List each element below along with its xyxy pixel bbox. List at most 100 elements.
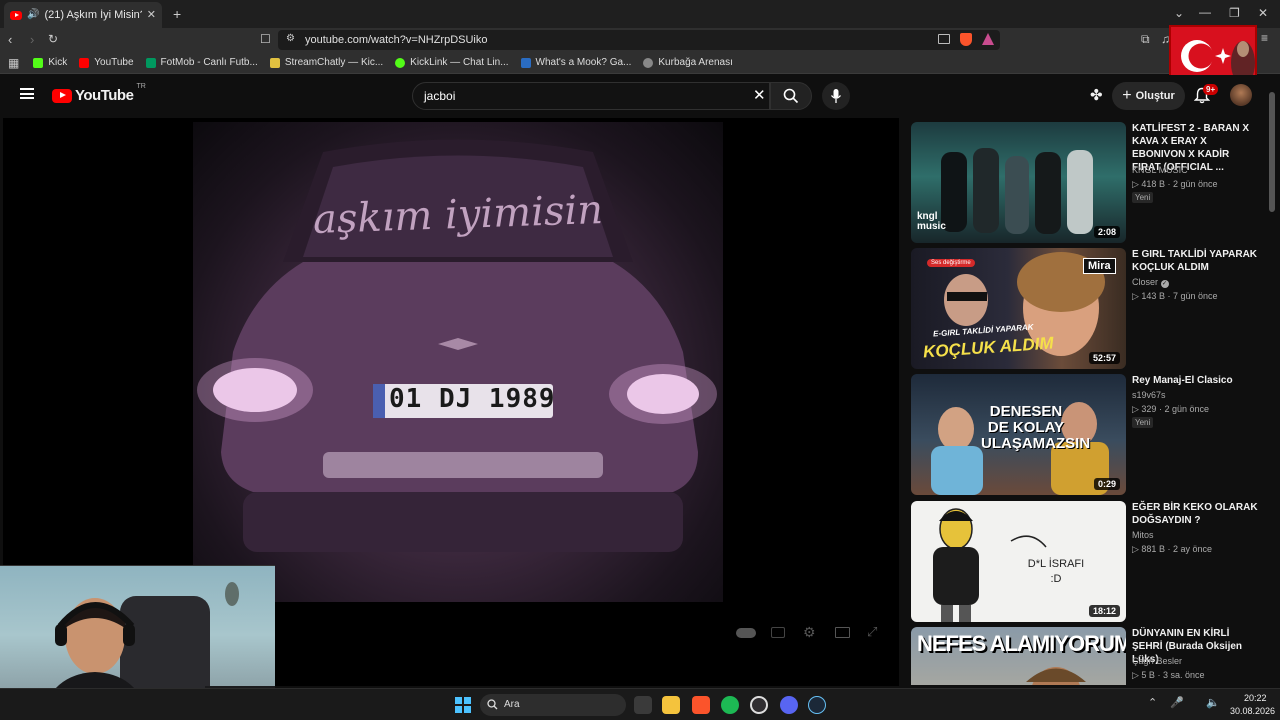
page-scrollbar[interactable] [1269,92,1275,212]
channel-name[interactable]: KNGL MUSIC [1132,165,1188,175]
reload-icon[interactable]: ↻ [48,33,58,45]
new-badge: Yeni [1132,192,1154,203]
search-button[interactable] [770,82,812,110]
recommendation-title[interactable]: E GIRL TAKLİDİ YAPARAK KOÇLUK ALDIM [1132,248,1260,274]
recommendation-item[interactable]: DENESEN DE KOLAY ULAŞAMAZSIN 0:29 Rey Ma… [911,374,1271,496]
windows-taskbar: Ara ⌃ 🎤 🔈 20:22 30.08.2026 [0,688,1280,720]
obs-icon[interactable] [750,696,768,714]
windows-start-icon[interactable] [455,697,471,713]
subtitles-icon[interactable] [771,627,785,638]
minimize-icon[interactable]: — [1199,6,1211,18]
menu-icon[interactable]: ≡ [1261,32,1268,44]
miniplayer-icon[interactable] [835,627,850,638]
bookmark-item[interactable]: Kurbağa Arenası [643,57,733,68]
duration-badge: 0:29 [1093,478,1120,490]
clock-time[interactable]: 20:22 [1244,693,1267,703]
task-view-icon[interactable] [634,696,652,714]
site-info-icon[interactable]: ⚙ [286,34,295,44]
upload-age: 2 gün önce [1164,404,1209,414]
mook-icon [520,57,531,68]
recommendation-item[interactable]: D*L İSRAFI :D 18:12 EĞER BİR KEKO OLARAK… [911,501,1271,623]
fullscreen-icon[interactable]: ⤢ [867,625,877,638]
bookmark-item[interactable]: KickLink — Chat Lin... [395,57,509,68]
brave-browser-icon[interactable] [692,696,710,714]
spotify-icon[interactable] [721,696,739,714]
speaker-tray-icon[interactable]: 🔈 [1206,698,1220,709]
channel-name[interactable]: Mitos [1132,530,1154,540]
view-count: 881 B [1141,544,1165,554]
channel-name[interactable]: Closer ✓ [1132,277,1169,288]
recommendation-thumbnail[interactable]: NEFES ALAMIYORUM [911,627,1126,685]
tab-close-icon[interactable]: ✕ [147,9,156,21]
clear-search-icon[interactable]: ✕ [753,83,766,109]
apps-grid-icon[interactable]: ▦ [8,57,19,69]
youtube-favicon-icon [10,10,22,20]
channel-name[interactable]: s19v67s [1132,390,1166,400]
tab-list-chevron-icon[interactable]: ⌄ [1174,7,1184,19]
recommendation-item[interactable]: Ses değiştirme Mira E-GIRL TAKLİDİ YAPAR… [911,248,1271,370]
autoplay-toggle[interactable] [736,628,756,638]
clock-date[interactable]: 30.08.2026 [1230,706,1275,716]
voice-search-button[interactable] [822,82,850,110]
thumbnail-text: NEFES ALAMIYORUM [917,631,1126,656]
brave-rewards-icon[interactable] [982,33,994,45]
back-icon[interactable]: ‹ [8,33,12,46]
cast-icon[interactable] [938,34,950,44]
speaker-icon[interactable]: 🔊 [27,10,39,20]
address-url: youtube.com/watch?v=NHZrpDSUiko [305,34,488,46]
window-close-icon[interactable]: ✕ [1258,7,1268,19]
view-info: ▷ 418 B · 2 gün önce [1132,179,1218,189]
fotmob-icon [145,57,156,68]
extensions-icon[interactable]: ⧉ [1141,33,1150,45]
recommendation-item[interactable]: kngl music 2:08 KATLİFEST 2 - BARAN X KA… [911,122,1271,244]
search-input[interactable]: jacboi ✕ [412,82,770,110]
bookmark-item[interactable]: What's a Mook? Ga... [520,57,631,68]
microphone-tray-icon[interactable]: 🎤 [1170,698,1184,709]
tray-chevron-icon[interactable]: ⌃ [1148,698,1157,709]
new-tab-button[interactable]: + [173,7,181,21]
forward-icon[interactable]: › [30,33,34,46]
create-button[interactable]: + Oluştur [1112,82,1185,110]
youtube-logo[interactable]: YouTube TR [52,83,146,104]
thumbnail-text: DENESEN DE KOLAY ULAŞAMAZSIN [981,403,1091,452]
recommendation-thumbnail[interactable]: D*L İSRAFI :D 18:12 [911,501,1126,622]
recommendation-item[interactable]: NEFES ALAMIYORUM DÜNYANIN EN KİRLİ ŞEHRİ… [911,627,1271,685]
settings-icon[interactable]: ⚙ [803,625,816,639]
recommendation-thumbnail[interactable]: DENESEN DE KOLAY ULAŞAMAZSIN 0:29 [911,374,1126,495]
bookmark-item[interactable]: YouTube [79,57,134,68]
notifications-button[interactable]: 9+ [1193,84,1219,109]
bookmarks-bar: ▦ Kick YouTube FotMob - Canlı Futb... St… [0,52,1280,74]
browser-tab-active[interactable]: 🔊 (21) Aşkım İyi Misin? - YouTube ✕ [4,2,162,28]
duration-badge: 52:57 [1088,352,1120,364]
recommendation-thumbnail[interactable]: kngl music 2:08 [911,122,1126,243]
extension-icon[interactable]: ✤ [1090,86,1103,104]
view-info: ▷ 143 B · 7 gün önce [1132,291,1218,301]
brave-shield-icon[interactable] [960,33,972,46]
discord-icon[interactable] [780,696,798,714]
search-icon [783,88,799,104]
maximize-icon[interactable]: ❐ [1229,7,1240,19]
bookmark-label: FotMob - Canlı Futb... [160,57,258,68]
channel-name[interactable]: Çağrı Besler [1132,656,1182,666]
address-bar[interactable]: ⚙ youtube.com/watch?v=NHZrpDSUiko [278,30,1000,50]
plus-icon: + [1122,87,1132,104]
recommendation-thumbnail[interactable]: Ses değiştirme Mira E-GIRL TAKLİDİ YAPAR… [911,248,1126,369]
bookmark-item[interactable]: Kick [33,57,67,68]
create-label: Oluştur [1135,90,1175,102]
taskbar-search[interactable]: Ara [480,694,626,716]
view-info: ▷ 329 · 2 gün önce [1132,404,1209,414]
recommendation-title[interactable]: Rey Manaj-El Clasico [1132,374,1260,387]
bookmark-item[interactable]: StreamChatly — Kic... [269,57,383,68]
recommendation-title[interactable]: EĞER BİR KEKO OLARAK DOĞSAYDIN ? [1132,501,1260,527]
steam-icon[interactable] [808,696,826,714]
file-explorer-icon[interactable] [662,696,680,714]
view-count: 329 [1141,404,1157,414]
streamchatly-icon [269,57,280,68]
view-info: ▷ 5 B · 3 sa. önce [1132,670,1205,680]
duration-badge: 2:08 [1093,226,1120,238]
avatar[interactable] [1230,84,1252,106]
hamburger-menu-icon[interactable] [20,88,34,99]
bookmark-icon[interactable]: ☐ [260,33,271,45]
bookmark-item[interactable]: FotMob - Canlı Futb... [145,57,258,68]
license-plate-text: 01 DJ 1989 [389,384,556,414]
